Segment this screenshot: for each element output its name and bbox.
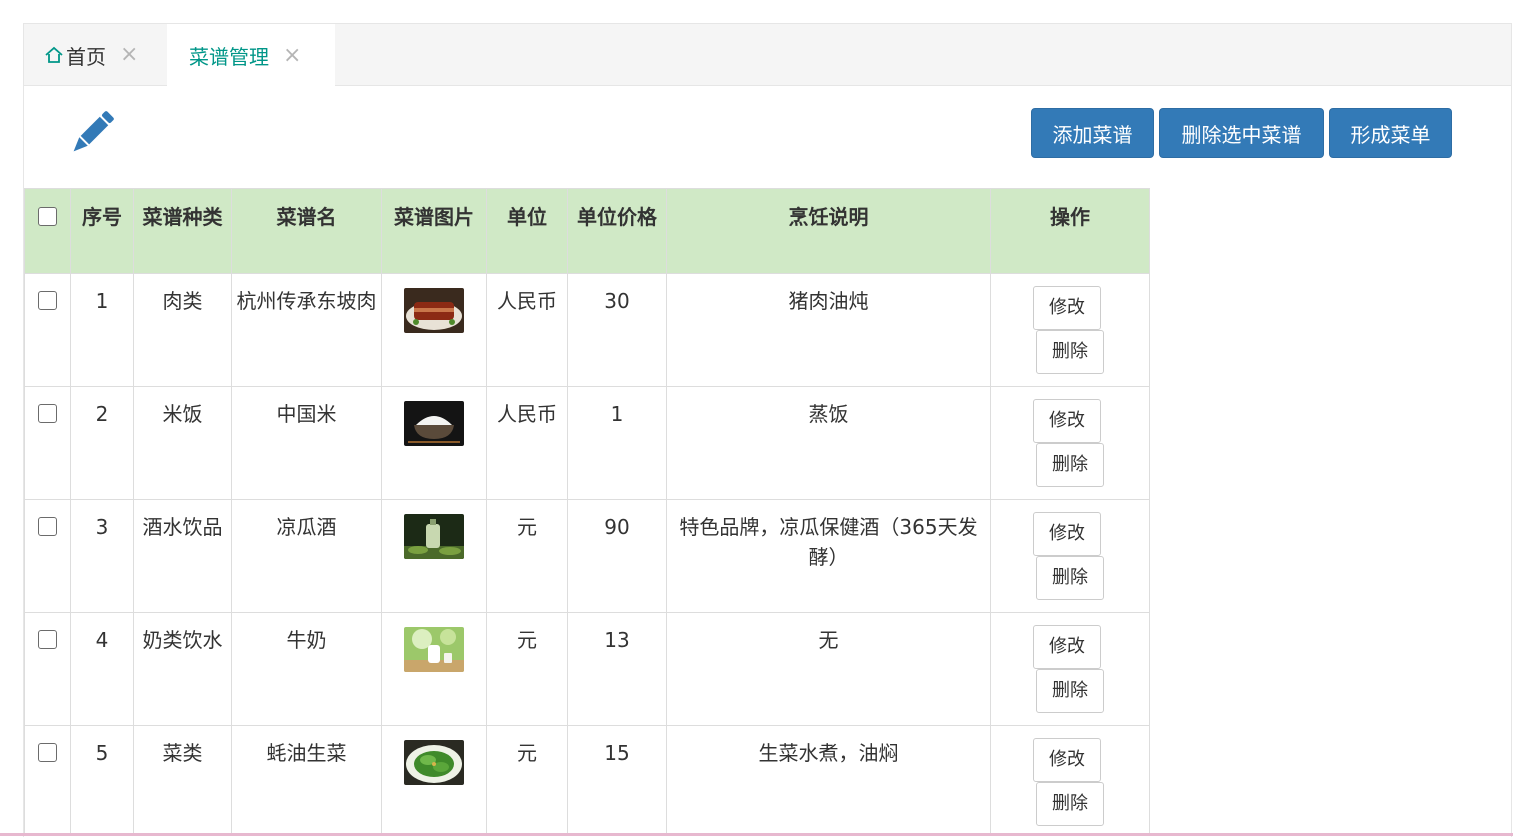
edit-button[interactable]: 修改 (1033, 286, 1101, 330)
cell-index: 2 (70, 386, 134, 500)
bitter-melon-wine-icon (404, 514, 464, 559)
cell-category: 肉类 (133, 273, 232, 387)
add-recipe-button[interactable]: 添加菜谱 (1031, 108, 1154, 158)
cell-unit: 元 (486, 499, 568, 613)
cell-name: 中国米 (231, 386, 382, 500)
cell-price: 13 (567, 612, 667, 726)
header-category: 菜谱种类 (133, 188, 232, 274)
edit-button[interactable]: 修改 (1033, 625, 1101, 669)
header-name: 菜谱名 (231, 188, 382, 274)
cell-price: 30 (567, 273, 667, 387)
table-row: 4 奶类饮水 牛奶 元 13 无 修改 删除 (24, 612, 1150, 726)
row-checkbox[interactable] (38, 404, 57, 423)
header-actions: 操作 (990, 188, 1150, 274)
select-all-cell (24, 188, 71, 274)
lettuce-dish-icon (404, 740, 464, 785)
table-header-row: 序号 菜谱种类 菜谱名 菜谱图片 单位 单位价格 烹饪说明 操作 (24, 188, 1150, 274)
form-menu-button[interactable]: 形成菜单 (1329, 108, 1452, 158)
cell-note: 蒸饭 (666, 386, 991, 500)
row-checkbox[interactable] (38, 630, 57, 649)
header-image: 菜谱图片 (381, 188, 487, 274)
row-checkbox[interactable] (38, 517, 57, 536)
milk-icon (404, 627, 464, 672)
close-icon[interactable]: × (120, 44, 138, 66)
cell-unit: 人民币 (486, 386, 568, 500)
edit-button[interactable]: 修改 (1033, 399, 1101, 443)
cell-index: 1 (70, 273, 134, 387)
delete-button[interactable]: 删除 (1036, 556, 1104, 600)
cell-category: 菜类 (133, 725, 232, 836)
cell-price: 1 (567, 386, 667, 500)
delete-button[interactable]: 删除 (1036, 782, 1104, 826)
home-icon (45, 46, 63, 63)
tab-bar: 首页 × 菜谱管理 × (24, 24, 1511, 87)
cell-index: 4 (70, 612, 134, 726)
tab-home[interactable]: 首页 × (44, 24, 172, 86)
tab-home-label: 首页 (66, 44, 106, 69)
table-row: 2 米饭 中国米 人民币 1 蒸饭 修改 删除 (24, 386, 1150, 500)
cell-category: 奶类饮水 (133, 612, 232, 726)
header-price: 单位价格 (567, 188, 667, 274)
cell-index: 3 (70, 499, 134, 613)
row-checkbox[interactable] (38, 743, 57, 762)
bottom-border (0, 833, 1513, 836)
table-row: 1 肉类 杭州传承东坡肉 人民币 30 猪肉油炖 修改 删除 (24, 273, 1150, 387)
header-unit: 单位 (486, 188, 568, 274)
row-checkbox[interactable] (38, 291, 57, 310)
cell-index: 5 (70, 725, 134, 836)
cell-image (381, 386, 487, 500)
cell-image (381, 273, 487, 387)
cell-note: 特色品牌，凉瓜保健酒（365天发酵） (666, 499, 991, 613)
cell-name: 牛奶 (231, 612, 382, 726)
delete-selected-button[interactable]: 删除选中菜谱 (1159, 108, 1324, 158)
cell-note: 生菜水煮，油焖 (666, 725, 991, 836)
cell-name: 凉瓜酒 (231, 499, 382, 613)
cell-image (381, 725, 487, 836)
cell-category: 米饭 (133, 386, 232, 500)
header-index: 序号 (70, 188, 134, 274)
dongpo-pork-icon (404, 288, 464, 333)
cell-name: 蚝油生菜 (231, 725, 382, 836)
content-panel: 首页 × 菜谱管理 × 添加菜谱 删除选中菜谱 形成菜单 序号 菜谱种类 菜谱名 (23, 23, 1512, 837)
cell-actions: 修改 删除 (990, 725, 1150, 836)
delete-button[interactable]: 删除 (1036, 669, 1104, 713)
cell-unit: 元 (486, 725, 568, 836)
cell-actions: 修改 删除 (990, 612, 1150, 726)
close-icon[interactable]: × (283, 44, 301, 67)
cell-actions: 修改 删除 (990, 386, 1150, 500)
cell-category: 酒水饮品 (133, 499, 232, 613)
select-all-checkbox[interactable] (38, 207, 57, 226)
cell-actions: 修改 删除 (990, 273, 1150, 387)
tab-recipe-management-label: 菜谱管理 (189, 45, 269, 69)
delete-button[interactable]: 删除 (1036, 330, 1104, 374)
recipe-table: 序号 菜谱种类 菜谱名 菜谱图片 单位 单位价格 烹饪说明 操作 1 肉类 杭州… (24, 188, 1150, 836)
edit-button[interactable]: 修改 (1033, 738, 1101, 782)
tab-recipe-management[interactable]: 菜谱管理 × (167, 24, 335, 87)
cell-unit: 人民币 (486, 273, 568, 387)
table-row: 3 酒水饮品 凉瓜酒 元 90 特色品牌，凉瓜保健酒（365天发酵） 修改 删除 (24, 499, 1150, 613)
pencil-icon (73, 111, 114, 152)
header-note: 烹饪说明 (666, 188, 991, 274)
cell-actions: 修改 删除 (990, 499, 1150, 613)
table-row: 5 菜类 蚝油生菜 元 15 生菜水煮，油焖 修改 删除 (24, 725, 1150, 836)
edit-button[interactable]: 修改 (1033, 512, 1101, 556)
cell-note: 猪肉油炖 (666, 273, 991, 387)
cell-note: 无 (666, 612, 991, 726)
delete-button[interactable]: 删除 (1036, 443, 1104, 487)
cell-price: 90 (567, 499, 667, 613)
cell-name: 杭州传承东坡肉 (231, 273, 382, 387)
cell-unit: 元 (486, 612, 568, 726)
cell-image (381, 499, 487, 613)
cell-image (381, 612, 487, 726)
rice-bowl-icon (404, 401, 464, 446)
cell-price: 15 (567, 725, 667, 836)
